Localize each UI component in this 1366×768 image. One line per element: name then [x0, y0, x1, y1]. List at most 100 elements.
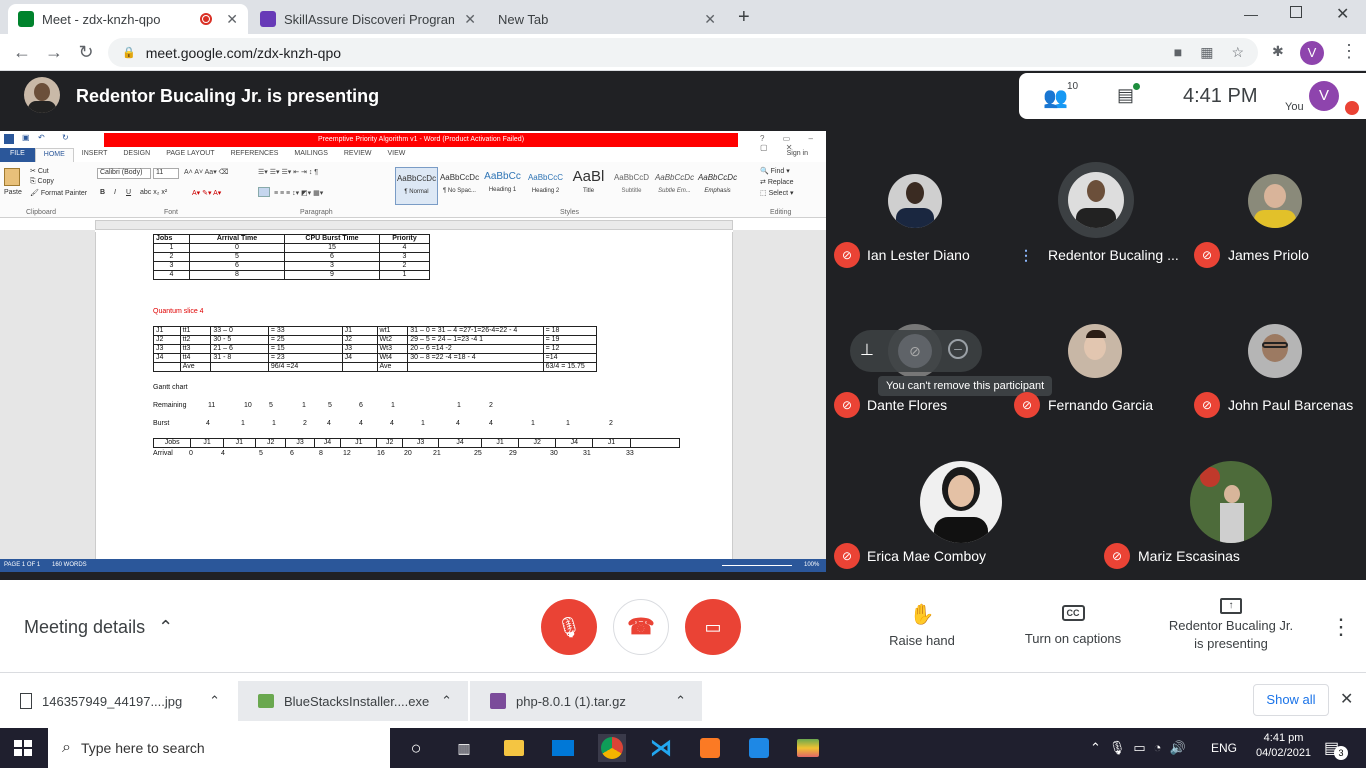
tab-meet[interactable]: Meet - zdx-knzh-qpo ✕	[8, 4, 248, 34]
ribbon-tab-design[interactable]: DESIGN	[115, 148, 158, 162]
chevron-up-icon[interactable]: ⌃	[441, 693, 468, 709]
participant-tile[interactable]: ⊘ John Paul Barcenas	[1186, 316, 1366, 456]
redo-icon[interactable]: ↻	[62, 133, 69, 142]
ribbon-tab-review[interactable]: REVIEW	[336, 148, 380, 162]
maximize-icon[interactable]	[1290, 6, 1302, 18]
meeting-details-button[interactable]: Meeting details ⌃	[24, 617, 173, 638]
bookmark-star-icon[interactable]: ☆	[1231, 44, 1244, 61]
font-size-field[interactable]: 11	[153, 168, 179, 179]
download-item[interactable]: BlueStacksInstaller....exe ⌃	[238, 681, 468, 721]
qr-code-icon[interactable]: ▦	[1200, 44, 1213, 61]
extensions-icon[interactable]: ✱	[1272, 43, 1284, 60]
align-icons[interactable]: ≡ ≡ ≡ ↕▾ ◩▾ ▦▾	[274, 189, 323, 197]
reload-icon[interactable]: ↻	[76, 42, 96, 63]
participant-tile[interactable]: ⊘ Fernando Garcia	[1006, 316, 1186, 456]
cut-button[interactable]: ✂ Cut	[30, 167, 49, 175]
style-title[interactable]: AaBl Title	[567, 167, 610, 205]
strikethrough-icon[interactable]: abc x₂ x²	[140, 189, 167, 196]
language-indicator[interactable]: ENG	[1211, 741, 1237, 755]
bold-icon[interactable]: B	[100, 189, 105, 196]
camera-toggle[interactable]: ▭	[685, 599, 741, 655]
ribbon-tab-file[interactable]: FILE	[0, 148, 35, 162]
download-item[interactable]: 146357949_44197....jpg ⌃	[0, 681, 236, 721]
style-normal[interactable]: AaBbCcDc ¶ Normal	[395, 167, 438, 205]
close-tab-icon[interactable]: ✕	[464, 11, 476, 28]
style-heading-2[interactable]: AaBbCcC Heading 2	[524, 167, 567, 205]
task-view-icon[interactable]: ▥	[450, 734, 478, 762]
presentation-button[interactable]: ↑ Redentor Bucaling Jr. is presenting	[1160, 596, 1302, 651]
remove-participant-icon[interactable]: –	[948, 339, 968, 359]
windows-start-icon[interactable]	[14, 740, 32, 756]
close-tab-icon[interactable]: ✕	[226, 11, 238, 28]
captions-button[interactable]: CC Turn on captions	[1016, 604, 1130, 646]
cortana-icon[interactable]: ○	[402, 734, 430, 762]
undo-icon[interactable]: ↶	[38, 133, 45, 142]
raise-hand-button[interactable]: ✋ Raise hand	[880, 602, 964, 648]
list-icons[interactable]: ☰▾ ☰▾ ☰▾ ⇤ ⇥ ↕ ¶	[258, 168, 318, 176]
writer-icon[interactable]	[745, 734, 773, 762]
download-item[interactable]: php-8.0.1 (1).tar.gz ⌃	[470, 681, 702, 721]
copy-button[interactable]: ⎘ Copy	[30, 178, 54, 186]
chrome-icon[interactable]	[598, 734, 626, 762]
participant-tile[interactable]: ⋮ Redentor Bucaling ...	[1006, 162, 1186, 306]
taskbar-clock[interactable]: 4:41 pm 04/02/2021	[1256, 732, 1311, 759]
style-heading-1[interactable]: AaBbCc Heading 1	[481, 167, 524, 205]
people-icon[interactable]: 👥	[1043, 85, 1068, 110]
minimize-icon[interactable]: —	[1244, 6, 1258, 22]
save-icon[interactable]: ▣	[22, 133, 30, 142]
system-tray-icons[interactable]: ⌃🎙▭◔🔊	[1090, 740, 1194, 756]
format-painter-button[interactable]: 🖌 Format Painter	[30, 189, 87, 197]
vscode-icon[interactable]: ⋊	[647, 734, 675, 762]
font-grow-icons[interactable]: A˄ A˅ Aa▾ ⌫	[184, 168, 229, 176]
file-explorer-icon[interactable]	[500, 734, 528, 762]
close-downloads-icon[interactable]: ✕	[1340, 689, 1353, 709]
chat-icon[interactable]: ▤	[1117, 85, 1134, 106]
select-button[interactable]: ⬚ Select ▾	[760, 189, 794, 197]
forward-icon[interactable]: →	[44, 42, 64, 63]
participant-tile[interactable]: ⊘ Ian Lester Diano	[826, 166, 1006, 306]
chevron-up-icon[interactable]: ⌃	[675, 693, 702, 709]
sign-in-link[interactable]: Sign in	[769, 148, 826, 162]
italic-icon[interactable]: I	[114, 189, 116, 196]
browser-menu-icon[interactable]: ⋮	[1340, 41, 1358, 62]
underline-icon[interactable]: U	[126, 189, 131, 196]
text-color-icon[interactable]: A▾ ✎▾ A▾	[192, 189, 221, 197]
taskbar-search-box[interactable]: ⌕ Type here to search	[48, 728, 390, 768]
style-no-spacing[interactable]: AaBbCcDc ¶ No Spac...	[438, 167, 481, 205]
more-options-icon[interactable]: ⋮	[1330, 614, 1352, 640]
paste-label[interactable]: Paste	[4, 189, 22, 196]
find-button[interactable]: 🔍 Find ▾	[760, 167, 790, 175]
style-subtle-emphasis[interactable]: AaBbCcDc Subtle Em...	[653, 167, 696, 205]
replace-button[interactable]: ⇄ Replace	[760, 178, 794, 186]
align-left-icon[interactable]	[258, 187, 270, 197]
camera-in-use-icon[interactable]: ■	[1174, 44, 1182, 61]
style-subtitle[interactable]: AaBbCcD Subtitle	[610, 167, 653, 205]
participant-tile[interactable]: ⊘ James Priolo	[1186, 166, 1366, 306]
tab-new-tab[interactable]: New Tab ✕	[488, 4, 726, 34]
mail-icon[interactable]	[549, 734, 577, 762]
ribbon-tab-page-layout[interactable]: PAGE LAYOUT	[158, 148, 222, 162]
ribbon-tab-view[interactable]: VIEW	[379, 148, 413, 162]
ribbon-tab-mailings[interactable]: MAILINGS	[286, 148, 335, 162]
tab-skillassure[interactable]: SkillAssure Discoveri Program (Pl ✕	[250, 4, 486, 34]
microphone-toggle[interactable]: 🎙	[541, 599, 597, 655]
show-all-button[interactable]: Show all	[1253, 684, 1329, 716]
close-window-icon[interactable]: ✕	[1336, 4, 1349, 24]
xampp-icon[interactable]	[696, 734, 724, 762]
zoom-slider[interactable]	[722, 565, 792, 566]
bluestacks-icon[interactable]	[794, 734, 822, 762]
new-tab-icon[interactable]: +	[738, 6, 750, 29]
mute-participant-icon[interactable]: ⊘	[898, 334, 932, 368]
font-name-field[interactable]: Calibri (Body)	[97, 168, 151, 179]
ribbon-tab-references[interactable]: REFERENCES	[223, 148, 287, 162]
ribbon-tab-insert[interactable]: INSERT	[74, 148, 116, 162]
paste-icon[interactable]	[4, 168, 20, 186]
address-bar[interactable]: 🔒 meet.google.com/zdx-knzh-qpo ■ ▦ ☆	[108, 38, 1258, 67]
chevron-up-icon[interactable]: ⌃	[209, 693, 236, 709]
participant-tile[interactable]: ⊥ ⊘ – You can't remove this participant …	[826, 316, 1053, 456]
profile-avatar[interactable]: V	[1300, 41, 1324, 65]
pin-icon[interactable]: ⊥	[860, 340, 874, 360]
close-tab-icon[interactable]: ✕	[704, 11, 716, 28]
ribbon-tab-home[interactable]: HOME	[34, 148, 74, 162]
style-emphasis[interactable]: AaBbCcDc Emphasis	[696, 167, 739, 205]
